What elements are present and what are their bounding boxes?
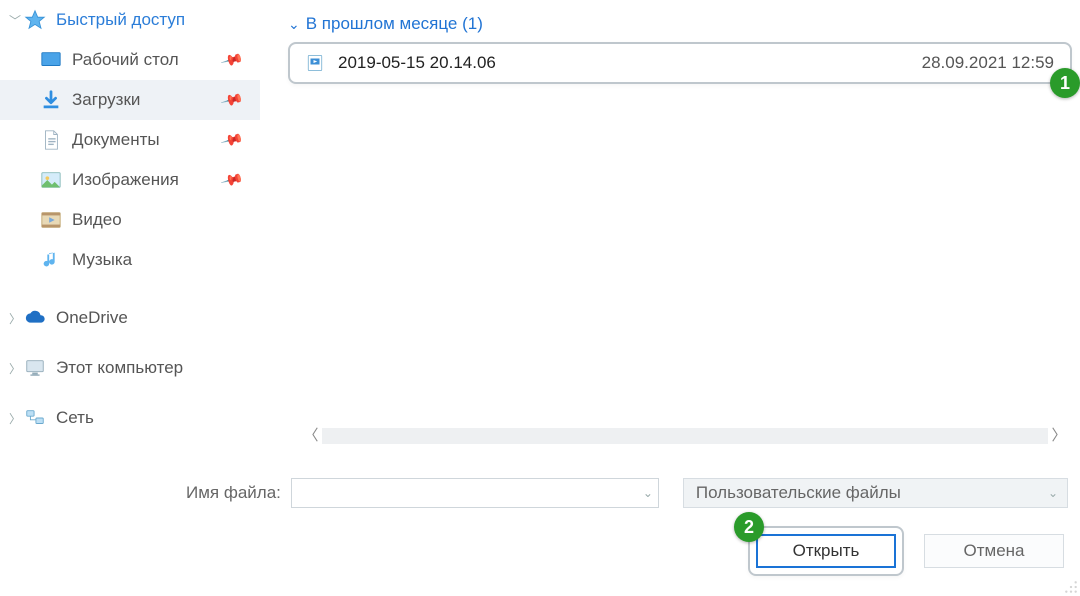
chevron-right-icon: 〉 — [6, 310, 24, 327]
group-header-label: В прошлом месяце (1) — [306, 14, 483, 34]
resize-grip-icon[interactable] — [1064, 580, 1078, 594]
sidebar-item-label: Документы — [72, 130, 160, 150]
horizontal-scrollbar[interactable]: 〈 〉 — [300, 425, 1070, 447]
chevron-down-icon: ﹀ — [6, 12, 24, 29]
documents-icon — [40, 129, 62, 151]
onedrive-icon — [24, 307, 46, 329]
pictures-icon — [40, 169, 62, 191]
sidebar-item-label: Музыка — [72, 250, 132, 270]
pin-icon: 📌 — [220, 128, 245, 153]
pin-icon: 📌 — [220, 168, 245, 193]
dialog-buttons: 2 Открыть Отмена — [748, 526, 1064, 576]
chevron-right-icon: 〉 — [6, 360, 24, 377]
desktop-icon — [40, 49, 62, 71]
filename-input[interactable] — [291, 478, 659, 508]
videos-icon — [40, 209, 62, 231]
network-icon — [24, 407, 46, 429]
pin-icon: 📌 — [220, 48, 245, 73]
star-icon — [24, 9, 46, 31]
sidebar-item-videos[interactable]: Видео — [0, 200, 260, 240]
scroll-track[interactable] — [322, 428, 1048, 444]
sidebar-item-music[interactable]: Музыка — [0, 240, 260, 280]
scroll-left-icon[interactable]: 〈 — [300, 425, 322, 447]
sidebar-item-label: Этот компьютер — [56, 358, 183, 378]
quick-access-label: Быстрый доступ — [56, 10, 185, 30]
sidebar-item-documents[interactable]: Документы 📌 — [0, 120, 260, 160]
sidebar-item-desktop[interactable]: Рабочий стол 📌 — [0, 40, 260, 80]
sidebar-item-pictures[interactable]: Изображения 📌 — [0, 160, 260, 200]
filetype-combo[interactable]: Пользовательские файлы ⌄ — [683, 478, 1068, 508]
filetype-selected: Пользовательские файлы — [683, 478, 1068, 508]
filename-row: Имя файла: ⌄ Пользовательские файлы ⌄ — [186, 476, 1068, 510]
cancel-button[interactable]: Отмена — [924, 534, 1064, 568]
sidebar-item-label: Видео — [72, 210, 122, 230]
file-date: 28.09.2021 12:59 — [922, 53, 1054, 73]
downloads-icon — [40, 89, 62, 111]
open-button-callout-wrap: 2 Открыть — [748, 526, 904, 576]
footer: Имя файла: ⌄ Пользовательские файлы ⌄ 2 … — [0, 468, 1080, 596]
sidebar-item-label: Рабочий стол — [72, 50, 179, 70]
callout-badge-1: 1 — [1050, 68, 1080, 98]
chevron-down-icon: ⌄ — [288, 16, 300, 33]
music-icon — [40, 249, 62, 271]
file-name: 2019-05-15 20.14.06 — [338, 53, 496, 73]
sidebar-item-downloads[interactable]: Загрузки 📌 — [0, 80, 260, 120]
tree-item-this-pc[interactable]: 〉 Этот компьютер — [0, 348, 260, 388]
filename-combo[interactable]: ⌄ — [291, 478, 659, 508]
open-button[interactable]: Открыть — [756, 534, 896, 568]
scroll-right-icon[interactable]: 〉 — [1048, 425, 1070, 447]
tree-item-network[interactable]: 〉 Сеть — [0, 398, 260, 438]
file-row-callout-wrap: 2019-05-15 20.14.06 28.09.2021 12:59 1 — [288, 42, 1072, 84]
file-list-area: ⌄ В прошлом месяце (1) 2019-05-15 20.14.… — [280, 0, 1080, 420]
sidebar-item-label: Загрузки — [72, 90, 140, 110]
sidebar-item-label: OneDrive — [56, 308, 128, 328]
pin-icon: 📌 — [220, 88, 245, 113]
this-pc-icon — [24, 357, 46, 379]
file-type-icon — [306, 54, 324, 72]
file-row[interactable]: 2019-05-15 20.14.06 28.09.2021 12:59 — [288, 42, 1072, 84]
group-header[interactable]: ⌄ В прошлом месяце (1) — [280, 0, 1080, 40]
chevron-right-icon: 〉 — [6, 410, 24, 427]
sidebar-item-label: Изображения — [72, 170, 179, 190]
tree-item-onedrive[interactable]: 〉 OneDrive — [0, 298, 260, 338]
callout-badge-2: 2 — [734, 512, 764, 542]
sidebar-item-label: Сеть — [56, 408, 94, 428]
filename-label: Имя файла: — [186, 483, 281, 503]
tree-item-quick-access[interactable]: ﹀ Быстрый доступ — [0, 0, 260, 40]
